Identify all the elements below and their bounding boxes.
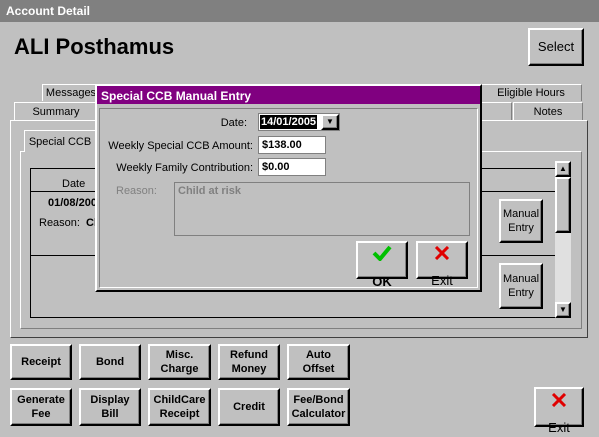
- x-icon: [434, 232, 450, 274]
- select-button[interactable]: Select: [528, 28, 584, 66]
- family-contribution-field[interactable]: $0.00: [258, 158, 326, 176]
- tab-messages[interactable]: Messages: [42, 84, 100, 101]
- auto-offset-button[interactable]: Auto Offset: [287, 344, 350, 380]
- dialog-exit-button[interactable]: Exit: [416, 241, 468, 288]
- manual-entry-button-2[interactable]: Manual Entry: [499, 263, 543, 309]
- weekly-amount-field[interactable]: $138.00: [258, 136, 326, 154]
- scroll-down-arrow-icon[interactable]: ▼: [555, 302, 571, 318]
- window-title: Account Detail: [6, 4, 91, 18]
- dialog-title: Special CCB Manual Entry: [101, 89, 252, 103]
- dialog-titlebar: Special CCB Manual Entry: [97, 86, 480, 104]
- date-label: Date:: [220, 117, 247, 129]
- subtab-special-ccb[interactable]: Special CCB: [24, 130, 96, 152]
- dialog-exit-label: Exit: [431, 273, 453, 288]
- chevron-down-icon[interactable]: ▼: [321, 114, 339, 130]
- scroll-thumb[interactable]: [555, 177, 571, 233]
- receipt-button[interactable]: Receipt: [10, 344, 72, 380]
- childcare-receipt-button[interactable]: ChildCare Receipt: [148, 388, 211, 426]
- ok-label: OK: [372, 274, 392, 289]
- check-icon: [372, 231, 392, 275]
- amount-label: Weekly Special CCB Amount:: [108, 140, 253, 152]
- grid-row1-date: 01/08/200: [48, 197, 97, 209]
- reason-label: Reason:: [116, 185, 157, 197]
- special-ccb-dialog: Special CCB Manual Entry Date: 14/01/200…: [95, 84, 482, 292]
- manual-entry-button-1[interactable]: Manual Entry: [499, 199, 543, 243]
- scroll-up-arrow-icon[interactable]: ▲: [555, 161, 571, 177]
- tab-notes[interactable]: Notes: [513, 102, 583, 120]
- ok-button[interactable]: OK: [356, 241, 408, 289]
- bond-button[interactable]: Bond: [79, 344, 141, 380]
- reason-field[interactable]: Child at risk: [174, 182, 470, 236]
- grid-scrollbar[interactable]: ▲ ▼: [555, 161, 571, 318]
- refund-money-button[interactable]: Refund Money: [218, 344, 280, 380]
- tab-summary[interactable]: Summary: [14, 102, 98, 120]
- date-picker[interactable]: 14/01/2005 ▼: [258, 113, 340, 131]
- window-titlebar: Account Detail: [0, 0, 599, 22]
- main-exit-label: Exit: [548, 420, 570, 435]
- family-contribution-label: Weekly Family Contribution:: [116, 162, 253, 174]
- tab-eligible-hours[interactable]: Eligible Hours: [480, 84, 582, 101]
- date-value: 14/01/2005: [260, 115, 318, 129]
- x-icon: [551, 379, 567, 421]
- fee-bond-calculator-button[interactable]: Fee/Bond Calculator: [287, 388, 350, 426]
- misc-charge-button[interactable]: Misc. Charge: [148, 344, 211, 380]
- credit-button[interactable]: Credit: [218, 388, 280, 426]
- generate-fee-button[interactable]: Generate Fee: [10, 388, 72, 426]
- grid-row1-reason-label: Reason:: [39, 217, 80, 229]
- client-name: ALI Posthamus: [14, 34, 175, 59]
- grid-col-date: Date: [62, 178, 86, 190]
- display-bill-button[interactable]: Display Bill: [79, 388, 141, 426]
- tab-blank[interactable]: [480, 102, 512, 120]
- main-exit-button[interactable]: Exit: [534, 387, 584, 435]
